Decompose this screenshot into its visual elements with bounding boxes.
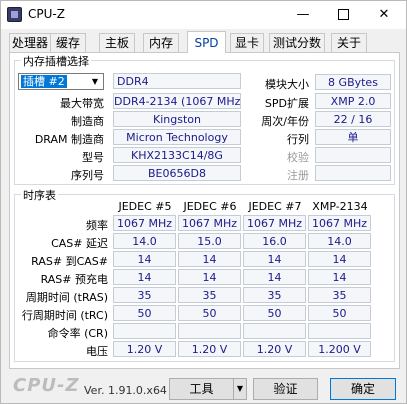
ok-button[interactable]: 确定 xyxy=(330,378,396,400)
chevron-down-icon: ▼ xyxy=(236,384,244,393)
spd-ext-label: SPD扩展 xyxy=(264,97,309,110)
module-size-label: 模块大小 xyxy=(265,78,309,91)
timing-cell: 50 xyxy=(243,305,306,321)
tab-memory[interactable]: 内存 xyxy=(143,33,179,52)
timing-cell: 1067 MHz xyxy=(113,215,176,231)
timing-row-label: CAS# 延迟 xyxy=(51,237,108,250)
timing-cell: 14.0 xyxy=(308,233,371,249)
slot-select[interactable]: 插槽 #2 ▼ xyxy=(18,73,104,90)
timing-cell: 16.0 xyxy=(243,233,306,249)
timing-cell: 14.0 xyxy=(113,233,176,249)
tab-bench[interactable]: 测试分数 xyxy=(269,33,325,52)
tab-spd[interactable]: SPD xyxy=(187,31,226,53)
timing-cell: 50 xyxy=(308,305,371,321)
timing-row-label: RAS# 预充电 xyxy=(40,273,108,286)
timing-row-label: 周期时间 (tRAS) xyxy=(25,291,108,304)
memory-slot-legend: 内存插槽选择 xyxy=(21,53,91,69)
timing-cell: 14 xyxy=(308,251,371,267)
timing-cell: 14 xyxy=(113,251,176,267)
week-year-field: 22 / 16 xyxy=(315,111,391,127)
timing-row-label: 电压 xyxy=(86,345,108,358)
tab-mainboard[interactable]: 主板 xyxy=(99,33,135,52)
chevron-down-icon: ▼ xyxy=(91,77,99,86)
memory-type-field: DDR4 xyxy=(113,73,241,89)
slot-select-value: 插槽 #2 xyxy=(20,74,68,89)
cpuz-app-icon xyxy=(7,7,22,22)
ranks-field: 单 xyxy=(315,129,391,145)
tools-button[interactable]: 工具 xyxy=(169,378,234,400)
serial-label: 序列号 xyxy=(71,169,104,182)
timing-cell: 35 xyxy=(308,287,371,303)
timing-cell: 1.20 V xyxy=(113,341,176,357)
timing-cell: 50 xyxy=(178,305,241,321)
timing-cell: 1067 MHz xyxy=(243,215,306,231)
model-field: KHX2133C14/8G xyxy=(113,147,241,163)
dram-manufacturer-field: Micron Technology xyxy=(113,129,241,145)
timing-cell: 14 xyxy=(308,269,371,285)
timing-cell: 14 xyxy=(178,269,241,285)
timing-cell: 1067 MHz xyxy=(178,215,241,231)
close-button[interactable]: ✕ xyxy=(364,1,404,29)
timing-row-label: 行周期时间 (tRC) xyxy=(21,309,108,322)
tab-cache[interactable]: 缓存 xyxy=(50,33,86,52)
cpuz-logo: CPU-Z xyxy=(13,375,80,396)
timing-cell: 35 xyxy=(113,287,176,303)
timing-cell: 1.20 V xyxy=(243,341,306,357)
tab-processor[interactable]: 处理器 xyxy=(9,33,51,52)
max-bandwidth-label: 最大带宽 xyxy=(60,97,104,110)
timing-cell: 35 xyxy=(178,287,241,303)
timing-row-label: 命令率 (CR) xyxy=(47,327,108,340)
model-label: 型号 xyxy=(82,151,104,164)
tools-dropdown-button[interactable]: ▼ xyxy=(233,378,247,400)
version-text: Ver. 1.91.0.x64 xyxy=(84,384,167,397)
manufacturer-field: Kingston xyxy=(113,111,241,127)
timing-cell xyxy=(178,323,241,339)
registered-label: 注册 xyxy=(287,169,309,182)
week-year-label: 周次/年份 xyxy=(261,115,309,128)
cpuz-window: CPU-Z — ✕ 处理器 缓存 主板 内存 SPD 显卡 测试分数 关于 内存… xyxy=(0,0,407,404)
serial-field: BE0656D8 xyxy=(113,165,241,181)
timing-cell: 1067 MHz xyxy=(308,215,371,231)
registered-field xyxy=(315,165,391,181)
timing-cell: 1.20 V xyxy=(178,341,241,357)
timing-cell: 14 xyxy=(243,269,306,285)
timing-cell: 14 xyxy=(243,251,306,267)
validate-button[interactable]: 验证 xyxy=(253,378,318,400)
window-title: CPU-Z xyxy=(28,7,65,21)
correction-label: 校验 xyxy=(287,151,309,164)
timing-cell: 15.0 xyxy=(178,233,241,249)
tab-graphics[interactable]: 显卡 xyxy=(230,33,264,52)
dram-manufacturer-label: DRAM 制造商 xyxy=(34,133,104,146)
column-header: JEDEC #7 xyxy=(248,200,302,213)
timing-cell xyxy=(243,323,306,339)
module-size-field: 8 GBytes xyxy=(315,74,391,90)
timing-row-label: 频率 xyxy=(86,219,108,232)
maximize-icon xyxy=(337,9,349,20)
maximize-button[interactable] xyxy=(323,1,363,29)
timing-cell: 1.200 V xyxy=(308,341,371,357)
column-header: JEDEC #6 xyxy=(183,200,237,213)
minimize-button[interactable]: — xyxy=(283,1,323,29)
tab-about[interactable]: 关于 xyxy=(331,33,367,52)
timing-cell: 14 xyxy=(178,251,241,267)
spd-ext-field: XMP 2.0 xyxy=(315,93,391,109)
timing-cell: 35 xyxy=(243,287,306,303)
column-header: XMP-2134 xyxy=(312,200,368,213)
timing-table-legend: 时序表 xyxy=(21,187,58,203)
timing-cell: 14 xyxy=(113,269,176,285)
max-bandwidth-field: DDR4-2134 (1067 MHz) xyxy=(113,93,241,109)
timing-cell: 50 xyxy=(113,305,176,321)
timing-cell xyxy=(113,323,176,339)
manufacturer-label: 制造商 xyxy=(71,115,104,128)
timing-cell xyxy=(308,323,371,339)
correction-field xyxy=(315,147,391,163)
column-header: JEDEC #5 xyxy=(118,200,172,213)
ranks-label: 行列 xyxy=(287,133,309,146)
timing-row-label: RAS# 到CAS# xyxy=(31,255,108,268)
title-bar[interactable]: CPU-Z — ✕ xyxy=(1,1,406,29)
